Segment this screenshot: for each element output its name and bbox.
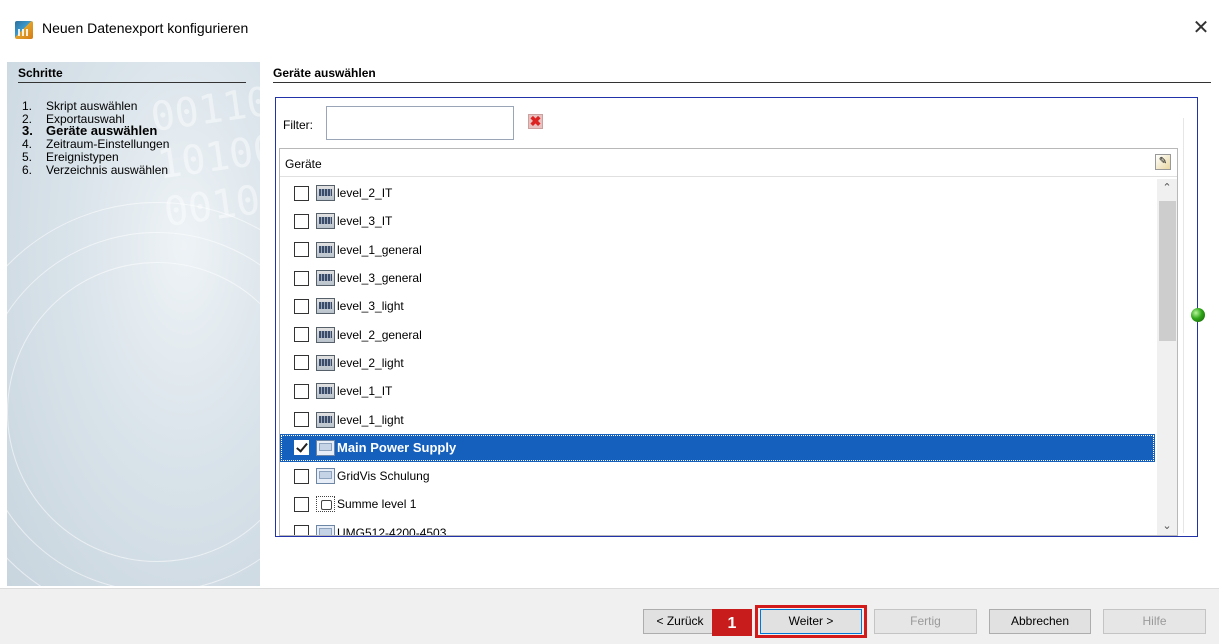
step-label: Zeitraum-Einstellungen — [46, 137, 170, 152]
device-row[interactable]: level_3_light — [280, 292, 1155, 320]
step-item: 5. Ereignistypen — [22, 151, 169, 164]
device-row[interactable]: UMG512-4200-4503 — [280, 519, 1155, 536]
device-row[interactable]: Main Power Supply — [280, 433, 1155, 462]
device-list-header: Geräte ✎ — [280, 149, 1177, 177]
device-row[interactable]: GridVis Schulung — [280, 462, 1155, 490]
device-checkbox[interactable] — [294, 440, 309, 456]
device-row[interactable]: level_1_general — [280, 236, 1155, 264]
step-item: 6. Verzeichnis auswählen — [22, 162, 169, 177]
device-label: GridVis Schulung — [337, 469, 430, 484]
group-device-icon — [316, 383, 335, 400]
device-selection-panel: Filter: ✖ Geräte ✎ level_2_IT level_3_IT l… — [275, 97, 1205, 537]
device-checkbox[interactable] — [294, 383, 309, 399]
device-checkbox[interactable] — [294, 327, 309, 343]
button-bar: < Zurück 1 Weiter > Fertig Abbrechen Hil… — [0, 588, 1219, 644]
window-title: Neuen Datenexport konfigurieren — [42, 20, 249, 36]
device-checkbox[interactable] — [294, 525, 309, 535]
step-number: 4. — [22, 137, 33, 152]
vertical-scrollbar[interactable]: ⌃ ⌄ — [1157, 179, 1177, 535]
device-label: level_1_general — [337, 242, 422, 257]
device-label: level_2_general — [337, 327, 422, 342]
panel-divider — [1183, 118, 1184, 533]
clear-filter-icon[interactable]: ✖ — [528, 114, 543, 129]
group-device-icon — [316, 411, 335, 428]
title-bar: Neuen Datenexport konfigurieren ✕ — [0, 0, 1219, 54]
device-label: Summe level 1 — [337, 497, 417, 512]
device-checkbox[interactable] — [294, 496, 309, 512]
device-checkbox[interactable] — [294, 468, 309, 484]
device-list: Geräte ✎ level_2_IT level_3_IT level_1_gen… — [279, 148, 1178, 536]
finish-button[interactable]: Fertig — [874, 609, 977, 634]
group-device-icon — [316, 241, 335, 258]
device-label: level_2_IT — [337, 186, 393, 201]
device-label: level_1_light — [337, 412, 404, 427]
device-row[interactable]: level_1_IT — [280, 377, 1155, 405]
cancel-button[interactable]: Abbrechen — [989, 609, 1091, 634]
group-device-icon — [316, 213, 335, 230]
device-checkbox[interactable] — [294, 213, 309, 229]
device-row[interactable]: level_1_light — [280, 405, 1155, 433]
step-label: Verzeichnis auswählen — [46, 162, 169, 177]
step-badge: 1 — [712, 609, 752, 636]
device-row[interactable]: level_2_IT — [280, 179, 1155, 207]
device-row[interactable]: level_2_general — [280, 320, 1155, 348]
device-label: UMG512-4200-4503 — [337, 525, 447, 536]
device-checkbox[interactable] — [294, 242, 309, 258]
device-row[interactable]: level_2_light — [280, 349, 1155, 377]
device-label: level_3_IT — [337, 214, 393, 229]
device-row[interactable]: Summe level 1 — [280, 490, 1155, 518]
filter-input[interactable] — [326, 106, 514, 140]
step-number: 1. — [22, 99, 33, 113]
device-device-icon — [316, 439, 335, 456]
device-device-icon — [316, 468, 335, 485]
device-label: Main Power Supply — [337, 440, 457, 456]
steps-divider — [18, 82, 246, 83]
back-button[interactable]: < Zurück — [643, 609, 717, 634]
step-number: 6. — [22, 162, 33, 177]
device-device-icon — [316, 524, 335, 535]
group-device-icon — [316, 354, 335, 371]
app-logo-icon — [15, 21, 33, 39]
sum-device-icon — [316, 496, 335, 513]
steps-list: 1. Skript auswählen 2. Exportauswahl 3. Gerät… — [22, 100, 169, 176]
steps-heading: Schritte — [18, 66, 63, 80]
device-row[interactable]: level_3_general — [280, 264, 1155, 292]
device-label: level_2_light — [337, 355, 404, 370]
device-checkbox[interactable] — [294, 270, 309, 286]
step-number: 5. — [22, 149, 33, 164]
filter-label: Filter: — [283, 118, 313, 132]
scrollbar-thumb[interactable] — [1159, 201, 1176, 341]
step-label: Ereignistypen — [46, 149, 119, 164]
scroll-up-icon[interactable]: ⌃ — [1157, 179, 1177, 197]
column-header-devices[interactable]: Geräte — [285, 157, 322, 171]
device-label: level_3_light — [337, 299, 404, 314]
group-device-icon — [316, 270, 335, 287]
step-label: Skript auswählen — [46, 99, 138, 113]
help-button[interactable]: Hilfe — [1103, 609, 1206, 634]
group-device-icon — [316, 326, 335, 343]
status-led-icon — [1191, 308, 1205, 322]
page-title: Geräte auswählen — [273, 66, 376, 80]
group-device-icon — [316, 298, 335, 315]
device-rows: level_2_IT level_3_IT level_1_generallevel… — [280, 179, 1155, 536]
device-label: level_1_IT — [337, 384, 393, 399]
close-icon[interactable]: ✕ — [1189, 16, 1213, 40]
column-picker-icon[interactable]: ✎ — [1155, 154, 1171, 170]
device-checkbox[interactable] — [294, 185, 309, 201]
scroll-down-icon[interactable]: ⌄ — [1157, 517, 1177, 535]
device-checkbox[interactable] — [294, 412, 309, 428]
step-item: 1. Skript auswählen — [22, 100, 169, 113]
device-checkbox[interactable] — [294, 355, 309, 371]
next-button-highlight — [755, 605, 867, 638]
device-row[interactable]: level_3_IT — [280, 207, 1155, 235]
steps-sidebar: 0011011 10100 0010101 Schritte 1. Skript … — [7, 62, 260, 586]
device-checkbox[interactable] — [294, 298, 309, 314]
step-item: 4. Zeitraum-Einstellungen — [22, 138, 169, 151]
title-divider — [273, 82, 1211, 83]
group-device-icon — [316, 185, 335, 202]
device-label: level_3_general — [337, 271, 422, 286]
